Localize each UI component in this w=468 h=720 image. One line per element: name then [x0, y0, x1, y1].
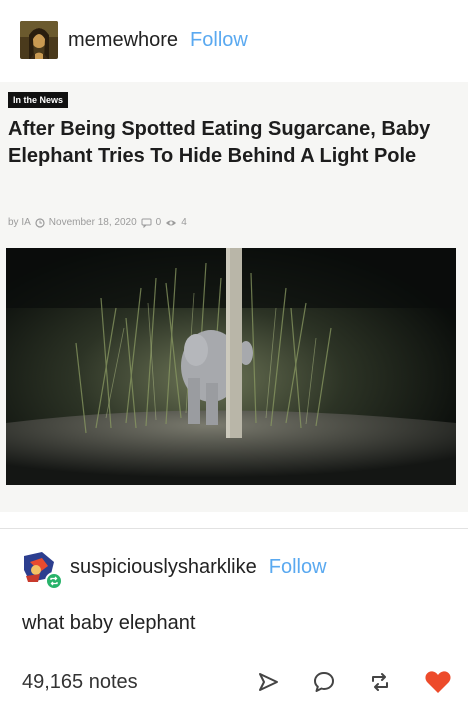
article-view-count: 4: [181, 217, 187, 228]
heart-icon[interactable]: [424, 669, 452, 695]
post-footer: 49,165 notes: [22, 664, 452, 700]
post-actions: [256, 669, 452, 695]
reblog-icon[interactable]: [368, 670, 392, 694]
reblog-header: suspiciouslysharklike Follow: [20, 547, 327, 590]
reply-icon[interactable]: [312, 670, 336, 694]
article-date: November 18, 2020: [48, 217, 137, 228]
comment-count-icon: [141, 218, 152, 228]
reblog-badge-icon: [50, 576, 58, 586]
baby-elephant-behind-pole-image: [6, 248, 456, 485]
eye-icon: [166, 220, 177, 225]
elephant-photo: [6, 248, 456, 485]
divider: [0, 528, 468, 529]
clock-icon: [35, 217, 45, 228]
mona-lisa-avatar-icon: [20, 21, 58, 59]
reblog-badge: [45, 572, 63, 590]
reblog-username[interactable]: suspiciouslysharklike: [70, 556, 257, 579]
share-icon[interactable]: [256, 670, 280, 694]
article-meta: by IA November 18, 2020 0 4: [8, 217, 187, 228]
news-tag: In the News: [8, 92, 69, 108]
article-image: In the News After Being Spotted Eating S…: [0, 82, 468, 512]
article-author: by IA: [8, 217, 31, 228]
post-username[interactable]: memewhore: [68, 29, 178, 52]
follow-button[interactable]: Follow: [190, 29, 248, 52]
reblog-follow-button[interactable]: Follow: [269, 556, 327, 579]
post-header: memewhore Follow: [20, 20, 248, 60]
avatar[interactable]: [20, 21, 58, 59]
article-comment-count: 0: [155, 217, 162, 228]
article-headline: After Being Spotted Eating Sugarcane, Ba…: [8, 118, 431, 167]
reblog-comment: what baby elephant: [22, 612, 196, 634]
notes-count[interactable]: 49,165 notes: [22, 671, 138, 694]
reblog-avatar[interactable]: [20, 548, 63, 590]
